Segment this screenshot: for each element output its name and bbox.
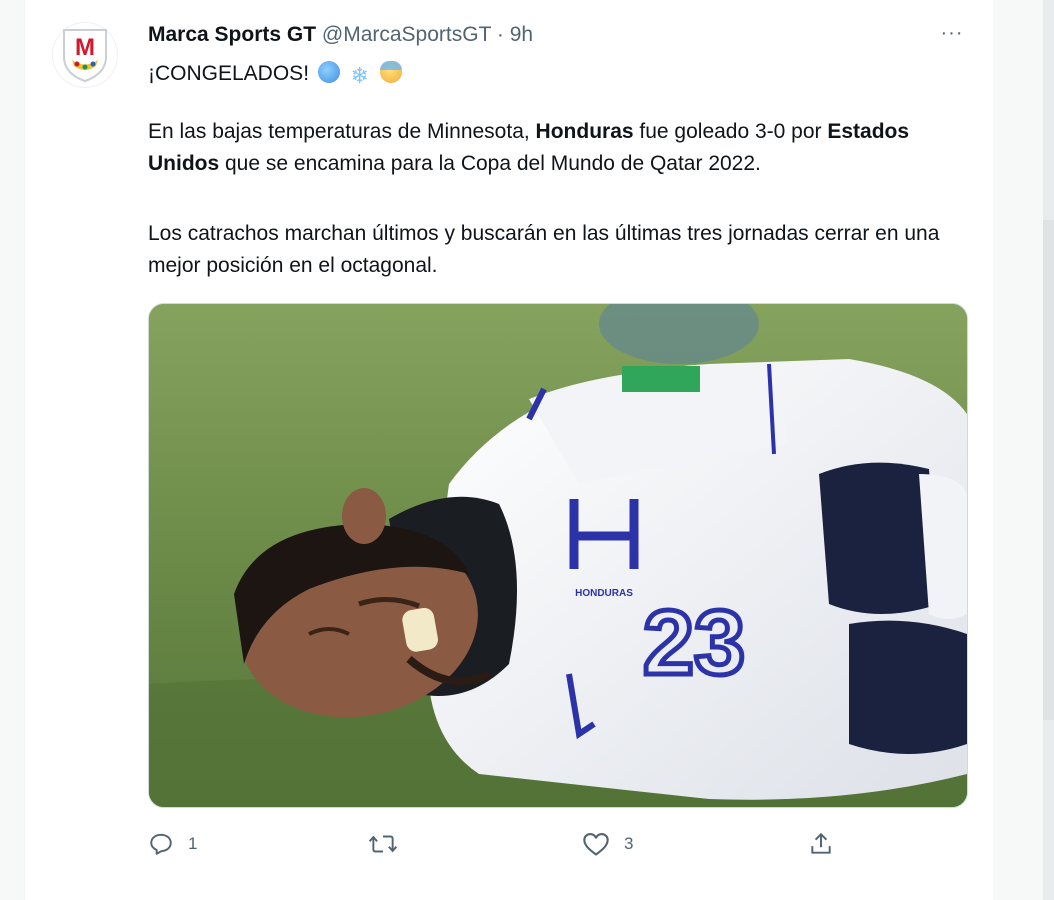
scrollbar-thumb[interactable] (1043, 220, 1054, 720)
share-icon (811, 832, 831, 854)
reply-icon (150, 833, 172, 855)
retweet-button[interactable] (368, 826, 412, 862)
anxious-face-emoji (379, 61, 402, 83)
player-photo-illustration: HONDURAS 23 (149, 304, 967, 807)
tweet-header: Marca Sports GT @MarcaSportsGT · 9h (148, 22, 533, 48)
sidebar-edge (993, 0, 1054, 900)
like-icon (583, 833, 609, 856)
page-background (0, 0, 24, 900)
separator-dot: · (496, 23, 504, 46)
tweet-actions: 1 3 (148, 826, 848, 862)
para2-part-e: que se encamina para la Copa del Mundo d… (219, 152, 761, 175)
like-button[interactable]: 3 (582, 826, 633, 862)
tweet-photo[interactable]: HONDURAS 23 (148, 303, 968, 808)
headline-text: ¡CONGELADOS! (148, 62, 310, 85)
tweet-paragraph-3: Los catrachos marchan últimos y buscarán… (148, 222, 940, 277)
reply-count: 1 (188, 834, 198, 853)
like-count: 3 (624, 834, 634, 853)
more-button[interactable]: ··· (936, 22, 968, 48)
share-button[interactable] (808, 826, 834, 862)
jersey-number: 23 (643, 592, 745, 694)
avatar[interactable]: M (52, 22, 118, 88)
more-icon: ··· (940, 22, 964, 44)
snowflake-emoji: ❄ (350, 63, 369, 88)
retweet-icon (368, 835, 398, 853)
tweet-paragraph-2: En las bajas temperaturas de Minnesota, … (148, 116, 968, 180)
marca-logo-icon: M (63, 29, 107, 83)
timestamp[interactable]: 9h (510, 23, 533, 46)
reply-button[interactable]: 1 (148, 826, 197, 862)
display-name[interactable]: Marca Sports GT (148, 23, 316, 46)
jersey-brand: HONDURAS (575, 588, 633, 599)
para2-part-c: fue goleado 3-0 por (633, 120, 828, 143)
tweet-headline: ¡CONGELADOS! ❄ (148, 58, 402, 90)
cold-face-emoji (317, 61, 340, 83)
user-handle[interactable]: @MarcaSportsGT (322, 23, 491, 46)
para2-part-a: En las bajas temperaturas de Minnesota, (148, 120, 536, 143)
svg-text:M: M (75, 34, 95, 61)
para2-honduras: Honduras (535, 120, 634, 143)
